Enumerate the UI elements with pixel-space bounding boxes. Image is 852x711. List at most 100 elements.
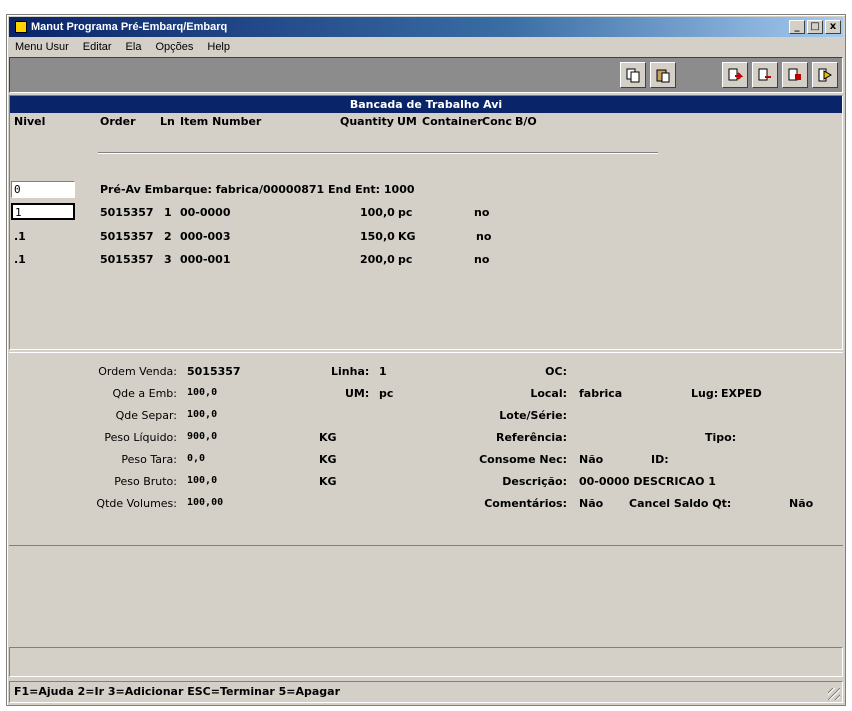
detail-row: Peso Tara: 0,0 KG Consome Nec: Não ID: — [9, 453, 843, 471]
row-qty: 100,0 — [360, 206, 395, 219]
consome-nec-label: Consome Nec: — [479, 453, 567, 466]
lug-label: Lug: — [691, 387, 719, 400]
header-separator — [98, 152, 658, 154]
exit-button[interactable] — [812, 62, 838, 88]
row-status: no — [474, 206, 490, 219]
header-container: Container — [422, 115, 483, 128]
menu-usur[interactable]: Menu Usur — [13, 41, 71, 53]
menu-editar[interactable]: Editar — [81, 41, 114, 53]
message-bar[interactable] — [9, 647, 843, 677]
row-item: 00-0000 — [180, 206, 231, 219]
qtde-volumes-label: Qtde Volumes: — [96, 497, 177, 510]
workbench-title: Bancada de Trabalho Avi — [10, 96, 842, 113]
consome-nec-value: Não — [579, 453, 604, 466]
row-ln: 3 — [164, 253, 172, 266]
status-bar: F1=Ajuda 2=Ir 3=Adicionar ESC=Terminar 5… — [9, 681, 843, 703]
row-ln: 1 — [164, 206, 172, 219]
qde-separ-value: 100,0 — [187, 409, 218, 420]
preav-header-text: Pré-Av Embarque: fabrica/00000871 End En… — [100, 183, 415, 196]
level-field-focused[interactable]: 1 — [11, 203, 75, 220]
tipo-label: Tipo: — [705, 431, 737, 444]
lote-serie-label: Lote/Série: — [499, 409, 567, 422]
copy-icon — [626, 68, 640, 83]
header-item-number: Item Number — [180, 115, 262, 128]
descricao-value: 00-0000 DESCRICAO 1 — [579, 475, 716, 488]
detail-row: Ordem Venda: 5015357 Linha: 1 OC: — [9, 365, 843, 383]
header-bo: B/O — [515, 115, 537, 128]
header-ln: Ln — [160, 115, 175, 128]
row-level: .1 — [14, 230, 26, 243]
header-conc: Conc — [482, 115, 512, 128]
id-label: ID: — [651, 453, 669, 466]
row-status: no — [474, 253, 490, 266]
comentarios-value: Não — [579, 497, 604, 510]
row-um: pc — [398, 253, 413, 266]
detail-row: Peso Bruto: 100,0 KG Descrição: 00-0000 … — [9, 475, 843, 493]
maximize-button[interactable]: □ — [807, 20, 823, 34]
go-back-button[interactable] — [722, 62, 748, 88]
peso-bruto-value: 100,0 — [187, 475, 218, 486]
empty-panel — [9, 545, 843, 645]
row-qty: 150,0 — [360, 230, 395, 243]
menu-help[interactable]: Help — [205, 41, 232, 53]
peso-liquido-unit: KG — [319, 431, 337, 444]
column-headers: Nivel Order Ln Item Number Quantity UM C… — [10, 114, 842, 130]
details-panel: Ordem Venda: 5015357 Linha: 1 OC: Qde a … — [9, 352, 843, 542]
peso-bruto-unit: KG — [319, 475, 337, 488]
menu-ela[interactable]: Ela — [124, 41, 144, 53]
copy-button[interactable] — [620, 62, 646, 88]
peso-liquido-label: Peso Líquido: — [104, 431, 177, 444]
toolbar-spacer — [680, 62, 718, 88]
qtde-volumes-value: 100,00 — [187, 497, 224, 508]
paste-button[interactable] — [650, 62, 676, 88]
descricao-label: Descrição: — [502, 475, 567, 488]
go-forward-button[interactable] — [752, 62, 778, 88]
qde-separ-label: Qde Separ: — [115, 409, 177, 422]
app-icon — [15, 21, 27, 33]
menu-bar: Menu Usur Editar Ela Opções Help — [9, 38, 843, 55]
minimize-button[interactable]: _ — [789, 20, 805, 34]
detail-row: Qde Separ: 100,0 Lote/Série: — [9, 409, 843, 427]
linha-value: 1 — [379, 365, 387, 378]
detail-row: Qtde Volumes: 100,00 Comentários: Não Ca… — [9, 497, 843, 515]
row-item: 000-001 — [180, 253, 231, 266]
go-next-icon — [788, 68, 801, 81]
row-status: no — [476, 230, 492, 243]
app-window: Manut Programa Pré-Embarq/Embarq _ □ x M… — [6, 14, 846, 706]
window-controls: _ □ x — [789, 20, 841, 34]
status-text: F1=Ajuda 2=Ir 3=Adicionar ESC=Terminar 5… — [14, 685, 341, 698]
um-label: UM: — [345, 387, 370, 400]
level-field[interactable]: 0 — [11, 181, 75, 198]
title-bar: Manut Programa Pré-Embarq/Embarq _ □ x — [9, 17, 843, 37]
peso-tara-value: 0,0 — [187, 453, 206, 464]
local-value: fabrica — [579, 387, 623, 400]
resize-grip[interactable] — [828, 688, 840, 700]
go-back-icon — [728, 68, 743, 81]
ordem-venda-value: 5015357 — [187, 365, 241, 378]
oc-label: OC: — [545, 365, 567, 378]
detail-row: Peso Líquido: 900,0 KG Referência: Tipo: — [9, 431, 843, 449]
header-nivel: Nivel — [14, 115, 46, 128]
row-order: 5015357 — [100, 253, 154, 266]
go-forward-icon — [758, 68, 771, 81]
row-order: 5015357 — [100, 206, 154, 219]
close-button[interactable]: x — [825, 20, 841, 34]
row-ln: 2 — [164, 230, 172, 243]
peso-bruto-label: Peso Bruto: — [114, 475, 177, 488]
lug-value: EXPED — [721, 387, 762, 400]
window-title: Manut Programa Pré-Embarq/Embarq — [31, 21, 228, 33]
row-item: 000-003 — [180, 230, 231, 243]
exit-icon — [818, 68, 833, 82]
row-qty: 200,0 — [360, 253, 395, 266]
menu-opcoes[interactable]: Opções — [153, 41, 195, 53]
qde-emb-value: 100,0 — [187, 387, 218, 398]
row-order: 5015357 — [100, 230, 154, 243]
cancel-saldo-label: Cancel Saldo Qt: — [629, 497, 732, 510]
go-next-button[interactable] — [782, 62, 808, 88]
referencia-label: Referência: — [495, 431, 567, 444]
comentarios-label: Comentários: — [484, 497, 567, 510]
cancel-saldo-value: Não — [789, 497, 814, 510]
header-um: UM — [397, 115, 417, 128]
workbench-panel: Bancada de Trabalho Avi Nivel Order Ln I… — [9, 95, 843, 350]
linha-label: Linha: — [331, 365, 370, 378]
